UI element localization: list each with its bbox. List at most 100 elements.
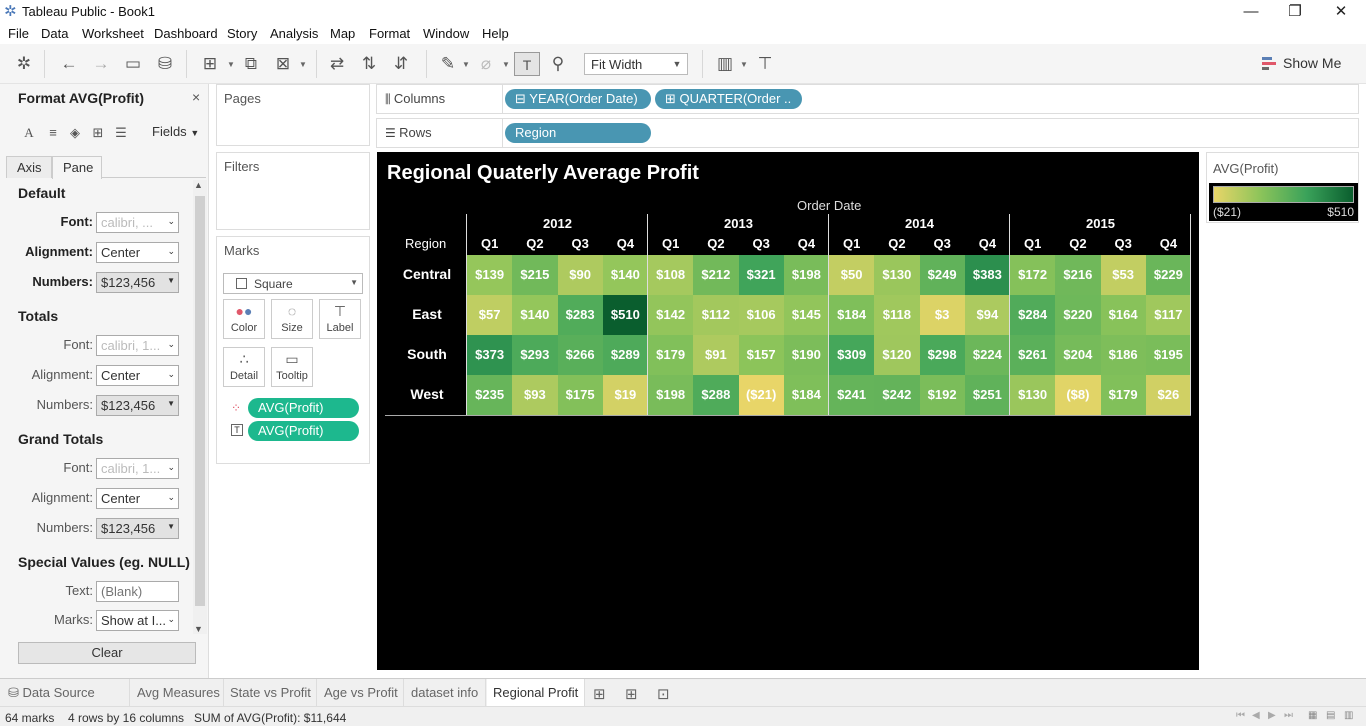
tab-avg-measures[interactable]: Avg Measures (131, 679, 224, 707)
format-panel-scrollbar[interactable]: ▲ ▼ (193, 180, 207, 634)
pages-card[interactable]: Pages (216, 84, 370, 146)
totals-numbers-select[interactable]: $123,456 ▼ (96, 395, 179, 416)
dropdown-arrow-icon[interactable]: ▼ (462, 60, 470, 69)
show-cards-icon[interactable]: ▥ (712, 52, 738, 76)
menu-dashboard[interactable]: Dashboard (154, 26, 218, 41)
scroll-up-icon[interactable]: ▲ (194, 180, 203, 190)
columns-shelf[interactable]: ⫼ Columns ⊟ YEAR(Order Date) ⊞ QUARTER(O… (376, 84, 1359, 114)
highlight-icon[interactable]: ✎ (435, 52, 461, 76)
color-button[interactable]: ●● Color (223, 299, 265, 339)
dropdown-arrow-icon[interactable]: ▼ (299, 60, 307, 69)
dropdown-arrow-icon[interactable]: ▼ (227, 60, 235, 69)
heatmap-cell[interactable]: $195 (1145, 335, 1191, 375)
scroll-down-icon[interactable]: ▼ (194, 624, 203, 634)
columns-pill-year[interactable]: ⊟ YEAR(Order Date) (505, 89, 651, 109)
heatmap-cell[interactable]: ($8) (1055, 375, 1101, 415)
size-button[interactable]: ◌ Size (271, 299, 313, 339)
heatmap-cell[interactable]: $53 (1100, 255, 1146, 295)
rows-pill-region[interactable]: Region (505, 123, 651, 143)
heatmap-cell[interactable]: $140 (512, 295, 558, 335)
lines-icon[interactable]: ☰ (112, 124, 130, 142)
tab-age-vs-profit[interactable]: Age vs Profit (318, 679, 404, 707)
heatmap-cell[interactable]: $139 (467, 255, 513, 295)
scrollbar-thumb[interactable] (195, 196, 205, 606)
heatmap-cell[interactable]: $284 (1010, 295, 1056, 335)
columns-pill-quarter[interactable]: ⊞ QUARTER(Order .. (655, 89, 802, 109)
undo-icon[interactable]: ← (56, 52, 82, 76)
heatmap-cell[interactable]: $212 (693, 255, 739, 295)
heatmap-cell[interactable]: $242 (874, 375, 920, 415)
tab-regional-profit[interactable]: Regional Profit (487, 679, 585, 707)
tab-dataset-info[interactable]: dataset info (405, 679, 486, 707)
label-pill-avg-profit[interactable]: AVG(Profit) (248, 421, 359, 441)
dropdown-arrow-icon[interactable]: ▼ (740, 60, 748, 69)
new-worksheet-icon[interactable]: ⊞ (593, 685, 606, 703)
menu-help[interactable]: Help (482, 26, 509, 41)
heatmap-cell[interactable]: $510 (602, 295, 648, 335)
menu-window[interactable]: Window (423, 26, 469, 41)
heatmap-cell[interactable]: $57 (467, 295, 513, 335)
group-members-icon[interactable]: ⌀ (473, 52, 499, 76)
tableau-home-icon[interactable]: ✲ (11, 52, 37, 76)
special-text-input[interactable] (96, 581, 179, 602)
restore-button[interactable]: ❐ (1272, 2, 1318, 22)
tab-state-vs-profit[interactable]: State vs Profit (224, 679, 317, 707)
new-dashboard-icon[interactable]: ⊞ (625, 685, 638, 703)
mark-type-dropdown[interactable]: Square ▼ (223, 273, 363, 294)
next-sheet-icon[interactable]: ▶ (1268, 710, 1276, 721)
grid-view-icon[interactable]: ▦ (1308, 710, 1317, 721)
heatmap-cell[interactable]: $93 (512, 375, 558, 415)
new-worksheet-icon[interactable]: ⊞ (197, 52, 223, 76)
tab-axis[interactable]: Axis (6, 156, 52, 178)
show-mark-labels-icon[interactable]: T (514, 52, 540, 76)
tab-data-source[interactable]: ⛁ Data Source (0, 679, 130, 707)
heatmap-cell[interactable]: $216 (1055, 255, 1101, 295)
heatmap-cell[interactable]: $3 (919, 295, 965, 335)
heatmap-cell[interactable]: $383 (964, 255, 1010, 295)
special-marks-select[interactable]: Show at I... ⌄ (96, 610, 179, 631)
heatmap-cell[interactable]: $112 (693, 295, 739, 335)
heatmap-cell[interactable]: $321 (738, 255, 784, 295)
heatmap-cell[interactable]: $117 (1145, 295, 1191, 335)
new-data-source-icon[interactable]: ⛁ (152, 52, 178, 76)
heatmap-cell[interactable]: $224 (964, 335, 1010, 375)
grand-totals-font-select[interactable]: calibri, 1... ⌄ (96, 458, 179, 479)
swap-rows-columns-icon[interactable]: ⇄ (324, 52, 350, 76)
tabs-view-icon[interactable]: ▥ (1344, 710, 1353, 721)
heatmap-cell[interactable]: $130 (1010, 375, 1056, 415)
heatmap-cell[interactable]: $94 (964, 295, 1010, 335)
alignment-icon[interactable]: ≡ (44, 124, 62, 142)
heatmap-cell[interactable]: $198 (648, 375, 694, 415)
heatmap-cell[interactable]: $204 (1055, 335, 1101, 375)
heatmap-cell[interactable]: $50 (829, 255, 875, 295)
heatmap-cell[interactable]: $229 (1145, 255, 1191, 295)
fields-dropdown[interactable]: Fields ▼ (152, 124, 199, 139)
grand-totals-alignment-select[interactable]: Center ⌄ (96, 488, 179, 509)
close-window-button[interactable]: ✕ (1318, 2, 1364, 22)
heatmap-cell[interactable]: $90 (557, 255, 603, 295)
heatmap-cell[interactable]: $172 (1010, 255, 1056, 295)
heatmap-cell[interactable]: $190 (783, 335, 829, 375)
heatmap-cell[interactable]: $130 (874, 255, 920, 295)
heatmap-cell[interactable]: $91 (693, 335, 739, 375)
heatmap-cell[interactable]: $26 (1145, 375, 1191, 415)
borders-icon[interactable]: ⊞ (89, 124, 107, 142)
sort-ascending-icon[interactable]: ⇅ (356, 52, 382, 76)
save-icon[interactable]: ▭ (120, 52, 146, 76)
menu-data[interactable]: Data (41, 26, 68, 41)
grand-totals-numbers-select[interactable]: $123,456 ▼ (96, 518, 179, 539)
default-font-select[interactable]: calibri, ... ⌄ (96, 212, 179, 233)
tooltip-button[interactable]: ▭ Tooltip (271, 347, 313, 387)
heatmap-cell[interactable]: $298 (919, 335, 965, 375)
redo-icon[interactable]: → (88, 52, 114, 76)
first-sheet-icon[interactable]: ⏮ (1236, 710, 1245, 721)
heatmap-cell[interactable]: $184 (829, 295, 875, 335)
sort-descending-icon[interactable]: ⇵ (388, 52, 414, 76)
heatmap-cell[interactable]: $157 (738, 335, 784, 375)
new-story-icon[interactable]: ⊡ (657, 685, 670, 703)
heatmap-cell[interactable]: $241 (829, 375, 875, 415)
viz-canvas[interactable]: Regional Quaterly Average Profit Order D… (377, 152, 1199, 670)
heatmap-cell[interactable]: $251 (964, 375, 1010, 415)
menu-file[interactable]: File (8, 26, 29, 41)
heatmap-cell[interactable]: $215 (512, 255, 558, 295)
